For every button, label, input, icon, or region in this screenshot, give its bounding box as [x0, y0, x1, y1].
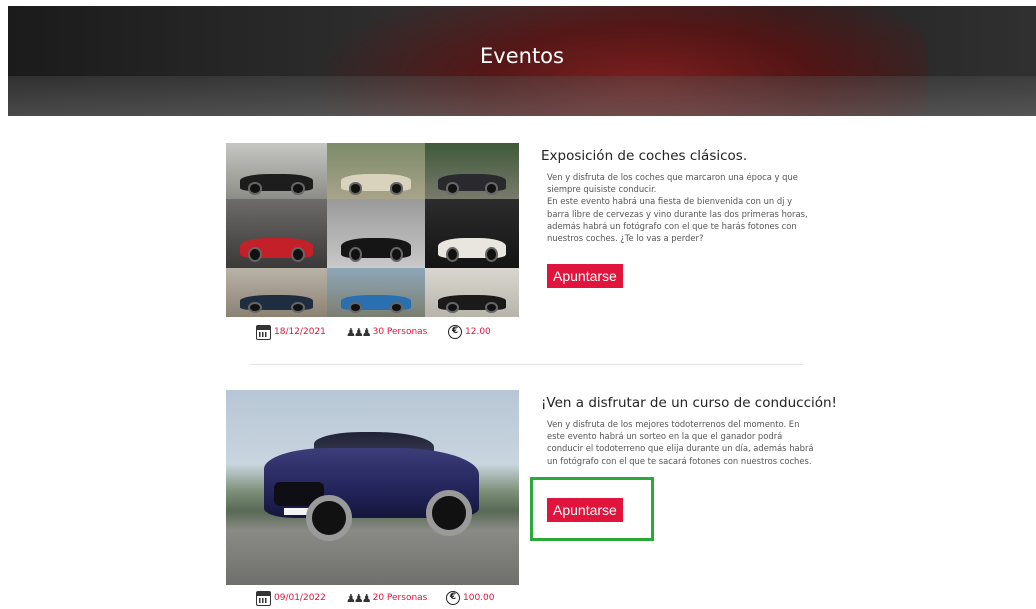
event-date: 09/01/2022: [274, 593, 326, 603]
page-title: Eventos: [480, 44, 564, 68]
event-price: 12.00: [465, 327, 491, 337]
event-capacity: 20 Personas: [372, 593, 428, 603]
people-icon: ♟♟♟: [346, 325, 372, 339]
event-date: 18/12/2021: [274, 327, 326, 337]
event-description: Ven y disfruta de los mejores todoterren…: [547, 419, 814, 466]
highlight-box: [530, 477, 654, 541]
event-description: Ven y disfruta de los coches que marcaro…: [547, 172, 808, 244]
euro-icon: €: [446, 591, 460, 605]
event-capacity: 30 Personas: [372, 327, 428, 337]
event-title: Exposición de coches clásicos.: [541, 148, 748, 164]
euro-icon: €: [448, 325, 462, 339]
event-image-collage: [226, 143, 519, 317]
divider: [250, 364, 803, 365]
calendar-icon: [256, 324, 271, 340]
event-card-classic-cars: 18/12/2021 ♟♟♟ 30 Personas € 12.00 Expos…: [226, 143, 836, 343]
calendar-icon: [256, 590, 271, 606]
event-meta: 18/12/2021 ♟♟♟ 30 Personas € 12.00: [226, 321, 519, 343]
event-title: ¡Ven a disfrutar de un curso de conducci…: [541, 395, 837, 411]
people-icon: ♟♟♟: [346, 591, 372, 605]
event-price: 100.00: [463, 593, 495, 603]
hero-banner: Eventos: [8, 6, 1036, 116]
event-image-suv: [226, 390, 519, 585]
apuntarse-button[interactable]: Apuntarse: [547, 264, 623, 288]
